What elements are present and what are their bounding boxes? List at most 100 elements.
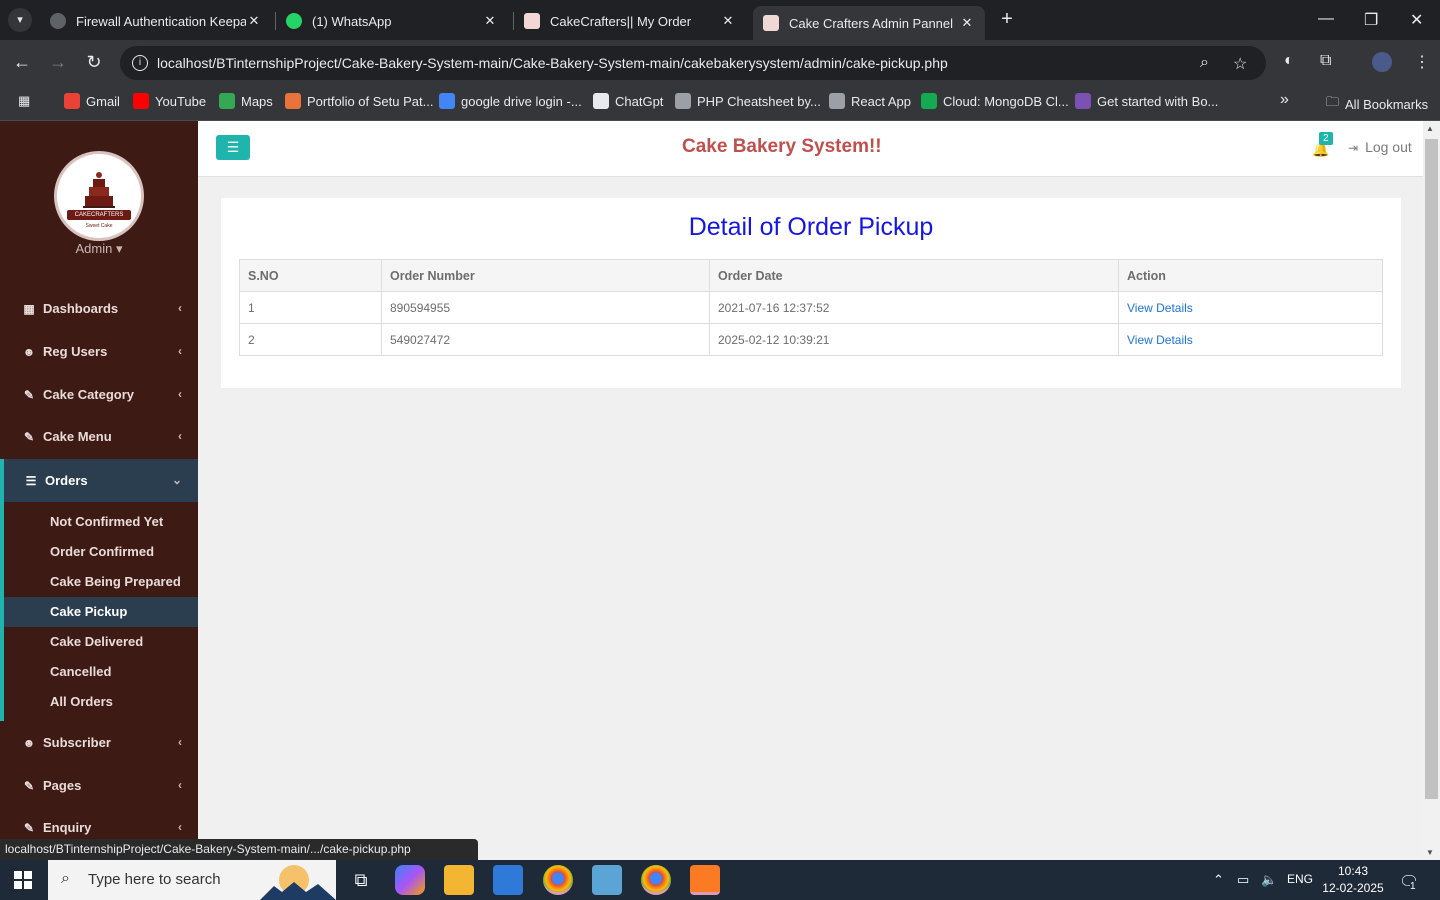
orders-submenu: Not Confirmed Yet Order Confirmed Cake B… — [0, 502, 198, 721]
view-details-link[interactable]: View Details — [1127, 301, 1193, 315]
close-icon[interactable]: ✕ — [482, 13, 498, 29]
scrollbar-thumb[interactable] — [1425, 139, 1438, 799]
restore-icon[interactable]: ❐ — [1364, 10, 1378, 30]
scroll-up-icon[interactable]: ▲ — [1426, 124, 1434, 133]
bookmark-gmail[interactable]: Gmail — [64, 93, 120, 109]
language-indicator[interactable]: ENG — [1287, 872, 1313, 886]
reload-icon[interactable]: ↻ — [83, 52, 105, 73]
close-icon[interactable]: ✕ — [720, 13, 736, 29]
taskbar-search-box[interactable]: ⌕ Type here to search — [48, 860, 336, 900]
chevron-left-icon: ‹ — [178, 429, 182, 443]
admin-user-menu[interactable]: Admin ▾ — [0, 241, 198, 257]
edit-icon: ✎ — [23, 387, 35, 402]
close-icon[interactable]: ✕ — [959, 15, 975, 31]
sidebar-item-label: Subscriber — [43, 735, 111, 750]
bookmark-youtube[interactable]: YouTube — [133, 93, 206, 109]
tab-my-order[interactable]: CakeCrafters|| My Order ✕ — [514, 6, 746, 36]
folder-icon: 🗀 — [1326, 94, 1340, 109]
tab-title: Cake Crafters Admin Pannel — [789, 15, 954, 31]
mongodb-leaf-icon — [921, 93, 937, 109]
tray-chevron-icon[interactable]: ⌃ — [1213, 872, 1224, 888]
submenu-all-orders[interactable]: All Orders — [4, 687, 198, 717]
address-bar[interactable]: i localhost/BTinternshipProject/Cake-Bak… — [120, 46, 1266, 80]
volume-icon[interactable]: 🔈 — [1261, 872, 1277, 888]
tab-admin-panel[interactable]: Cake Crafters Admin Pannel ✕ — [753, 6, 985, 40]
extensions-puzzle-icon[interactable]: ⧉ — [1320, 52, 1331, 70]
sidebar-item-cake-menu[interactable]: ✎ Cake Menu ‹ — [0, 415, 198, 458]
task-view-icon[interactable]: ⧉ — [346, 865, 376, 895]
tab-title: Firewall Authentication Keepaliv — [76, 13, 246, 29]
extension-circle-icon[interactable]: ◐ — [1284, 52, 1294, 70]
apps-grid-icon[interactable]: ▦ — [18, 93, 30, 109]
tab-title: (1) WhatsApp — [312, 13, 392, 29]
close-icon[interactable]: ✕ — [246, 13, 262, 29]
scroll-down-icon[interactable]: ▼ — [1426, 848, 1434, 857]
table-row: 1 890594955 2021-07-16 12:37:52 View Det… — [239, 291, 1383, 324]
tab-firewall[interactable]: Firewall Authentication Keepaliv ✕ — [40, 6, 272, 36]
dashboard-icon: ▦ — [23, 301, 35, 316]
copilot-icon[interactable] — [395, 865, 425, 895]
tab-whatsapp[interactable]: (1) WhatsApp ✕ — [276, 6, 508, 36]
new-tab-button[interactable]: + — [996, 8, 1018, 30]
submenu-not-confirmed[interactable]: Not Confirmed Yet — [4, 507, 198, 537]
minimize-icon[interactable]: — — [1318, 10, 1334, 28]
submenu-cancelled[interactable]: Cancelled — [4, 657, 198, 687]
tab-title: CakeCrafters|| My Order — [550, 13, 692, 29]
sidebar-item-cake-category[interactable]: ✎ Cake Category ‹ — [0, 373, 198, 416]
logout-link[interactable]: ⇥ Log out — [1348, 139, 1412, 155]
xampp-icon[interactable] — [690, 865, 720, 895]
bookmark-maps[interactable]: Maps — [219, 93, 273, 109]
window-close-icon[interactable]: ✕ — [1410, 10, 1423, 30]
back-icon[interactable]: ← — [11, 52, 33, 73]
store-icon[interactable] — [493, 865, 523, 895]
bookmarks-overflow-button[interactable]: » — [1280, 91, 1289, 109]
cell-order-date: 2025-02-12 10:39:21 — [709, 323, 1119, 356]
sidebar-item-reg-users[interactable]: ☻ Reg Users ‹ — [0, 330, 198, 373]
profile-avatar[interactable] — [1372, 52, 1392, 72]
cakecrafters-logo: CAKECRAFTERS Sweet Cake — [54, 151, 144, 241]
bookmark-chatgpt[interactable]: ChatGpt — [593, 93, 663, 109]
sidebar-item-dashboards[interactable]: ▦ Dashboards ‹ — [0, 287, 198, 330]
site-info-icon[interactable]: i — [132, 55, 148, 71]
bookmark-bootstrap[interactable]: Get started with Bo... — [1075, 93, 1218, 109]
notepad-icon[interactable] — [592, 865, 622, 895]
submenu-cake-delivered[interactable]: Cake Delivered — [4, 627, 198, 657]
view-details-link[interactable]: View Details — [1127, 333, 1193, 347]
taskbar-clock[interactable]: 10:43 12-02-2025 — [1318, 863, 1388, 897]
file-explorer-icon[interactable] — [444, 865, 474, 895]
chrome-profile-icon[interactable] — [641, 865, 671, 895]
bookmark-google-drive[interactable]: google drive login -... — [439, 93, 582, 109]
youtube-icon — [133, 93, 149, 109]
bookmark-mongodb[interactable]: Cloud: MongoDB Cl... — [921, 93, 1069, 109]
kebab-menu-icon[interactable]: ⋮ — [1414, 52, 1430, 72]
forward-icon[interactable]: → — [47, 52, 69, 73]
submenu-cake-pickup[interactable]: Cake Pickup — [4, 597, 198, 627]
bookmark-star-icon[interactable]: ☆ — [1233, 54, 1247, 74]
sidebar-item-subscriber[interactable]: ☻ Subscriber ‹ — [0, 721, 198, 764]
windows-start-icon[interactable] — [14, 871, 32, 889]
sidebar-toggle-button[interactable]: ☰ — [216, 135, 250, 160]
sidebar-item-orders[interactable]: ☰ Orders ⌄ — [0, 459, 198, 502]
admin-sidebar: CAKECRAFTERS Sweet Cake Admin ▾ ▦ Dashbo… — [0, 121, 198, 860]
sidebar-item-pages[interactable]: ✎ Pages ‹ — [0, 764, 198, 807]
clock-date: 12-02-2025 — [1322, 881, 1384, 895]
zoom-icon[interactable]: ⌕ — [1200, 54, 1209, 72]
bookmark-php-cheatsheet[interactable]: PHP Cheatsheet by... — [675, 93, 821, 109]
all-bookmarks-button[interactable]: 🗀 All Bookmarks — [1326, 93, 1428, 115]
sidebar-item-label: Cake Menu — [43, 429, 112, 444]
column-header-action: Action — [1118, 259, 1383, 292]
submenu-cake-being-prepared[interactable]: Cake Being Prepared — [4, 567, 198, 597]
sidebar-item-label: Cake Category — [43, 387, 135, 402]
submenu-order-confirmed[interactable]: Order Confirmed — [4, 537, 198, 567]
bookmark-portfolio[interactable]: Portfolio of Setu Pat... — [285, 93, 433, 109]
bookmark-label: Portfolio of Setu Pat... — [307, 93, 434, 109]
sidebar-item-label: Orders — [45, 473, 88, 488]
url-text[interactable]: localhost/BTinternshipProject/Cake-Baker… — [157, 55, 948, 71]
users-icon: ☻ — [22, 344, 36, 359]
chrome-icon[interactable] — [543, 865, 573, 895]
page-scrollbar[interactable]: ▲ ▼ — [1423, 121, 1440, 860]
bookmark-react-app[interactable]: React App — [829, 93, 911, 109]
globe-icon — [675, 93, 691, 109]
tab-search-button[interactable]: ▾ — [8, 8, 32, 32]
network-icon[interactable]: ▭ — [1237, 872, 1249, 888]
